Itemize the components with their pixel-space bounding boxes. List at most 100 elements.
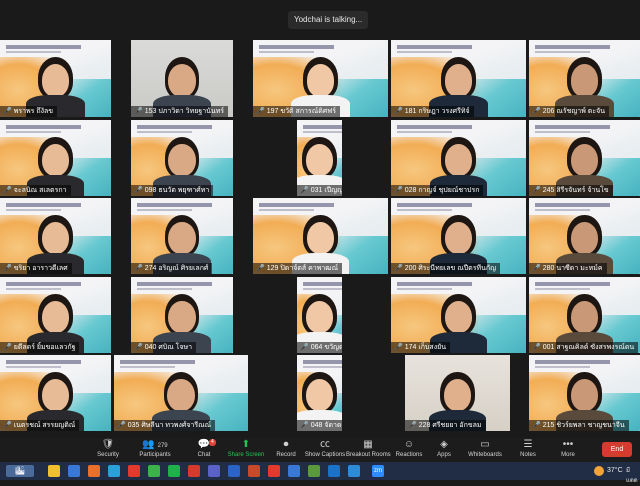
participant-tile[interactable]: 🎤 181 กริษฎา วรงศรีทิจ์ [391, 40, 526, 117]
chrome-icon[interactable] [268, 465, 280, 477]
participant-name: 153 ปภาวิดา วิทยฐานันทร์ [144, 108, 225, 115]
participant-tile[interactable]: 🎤 พราพร ถึงัลข [0, 40, 111, 117]
participant-tile[interactable]: 🎤 จะลนิณ สเลตรกา [0, 120, 111, 196]
excel-icon[interactable] [148, 465, 160, 477]
virtual-background-hdr2 [6, 131, 61, 133]
app-icon[interactable] [328, 465, 340, 477]
security-button[interactable]: 🛡 Security [86, 439, 130, 461]
muted-mic-icon: 🎤 [3, 422, 12, 429]
share-screen-button[interactable]: ⬆ Share Screen [224, 439, 268, 461]
notes-icon: ☰ [523, 439, 533, 450]
participant-tile[interactable]: 🎤 274 อริญณ์ ศิรยเลกศ์ [131, 198, 233, 274]
participant-face [305, 378, 334, 412]
participant-tile[interactable]: 🎤048 จัดาดา หอมอลสปณฒ [297, 355, 342, 431]
participant-tile[interactable]: 🎤 245 สิรีรจันทร์ จ้านโข [529, 120, 640, 196]
participant-tile[interactable]: 🎤 228 ศรีชยยา อักขลม [405, 355, 510, 431]
gallery-view: 🎤 พราพร ถึงัลข 🎤 153 ปภาวิดา วิทยฐานันทร์ 🎤 1… [0, 40, 640, 438]
show-captions-button[interactable]: ㏄ Show Captions [303, 439, 347, 461]
file-explorer-icon[interactable] [48, 465, 60, 477]
participant-name-label: 🎤 ยดีลดร์ ยิ้มขอแลวกัฐ [0, 342, 80, 353]
virtual-background-hdr2 [303, 288, 342, 290]
participant-name-label: 🎤 พราพร ถึงัลข [0, 106, 58, 117]
participant-name-label: 🎤064 ขวัญดาว ทดดรวีโกษรวิ [297, 342, 342, 353]
participant-tile[interactable]: 🎤 129 ปิดาจ์ตส์ คาพาฒณ์ [253, 198, 388, 274]
participant-tile[interactable]: 🎤 035 ศิษลีนา ทวพงศ์จารีณณ์ [114, 355, 248, 431]
muted-mic-icon: 🎤 [256, 265, 265, 272]
participant-tile[interactable]: 🎤 280 นาซีดา มะหม์ค [529, 198, 640, 274]
apps-button[interactable]: ◈ Apps [422, 439, 466, 461]
notes-button[interactable]: ☰ Notes [506, 439, 550, 461]
muted-mic-icon: 🎤 [408, 422, 417, 429]
participant-tile[interactable]: 🎤 174 เก็บสงยัน [391, 277, 526, 353]
virtual-background-hdr [397, 125, 472, 129]
participant-face [41, 378, 70, 412]
acrobat-icon[interactable] [188, 465, 200, 477]
virtual-background-hdr2 [397, 209, 452, 211]
participant-name-label: 🎤 206 ณรัชญาพ์ ตะจัน [529, 106, 609, 117]
participant-name-label: 🎤 197 ขวัติ สการณ์ดิศฟร์ [253, 106, 340, 117]
participant-tile[interactable]: 🎤064 ขวัญดาว ทดดรวีโกษรวิ [297, 277, 342, 353]
powerpoint-icon[interactable] [248, 465, 260, 477]
teams-icon[interactable] [208, 465, 220, 477]
participants-button[interactable]: 👥 279 Participants [133, 439, 177, 461]
participant-tile[interactable]: 🎤 001 สาฐณคิลด์ ซังสรพงรณ์ดน [529, 277, 640, 353]
participant-tile[interactable]: 🎤 098 ธนวัต พยุฑาศ์ทา [131, 120, 233, 196]
virtual-background-hdr2 [6, 288, 61, 290]
participant-face [41, 300, 70, 334]
participant-tile[interactable]: 🎤 ขริยา อาราวดีเลศ [0, 198, 111, 274]
virtual-background-hdr2 [6, 51, 61, 53]
record-button[interactable]: ⏺ Record [264, 439, 308, 461]
office-icon[interactable] [88, 465, 100, 477]
weather-temp[interactable]: 37°C [607, 466, 623, 476]
participant-tile[interactable]: 🎤 215 ชิวร์ยพลา ชาญชนาจีน [529, 355, 640, 431]
chrome-icon[interactable] [128, 465, 140, 477]
app-icon[interactable] [308, 465, 320, 477]
grid-icon: ▦ [363, 439, 373, 450]
app-icon[interactable] [348, 465, 360, 477]
zoom-icon[interactable]: zm [372, 465, 384, 477]
participant-tile[interactable]: 🎤 153 ปภาวิดา วิทยฐานันทร์ [131, 40, 233, 117]
line-icon[interactable] [168, 465, 180, 477]
mail-icon[interactable] [68, 465, 80, 477]
edge-icon[interactable] [108, 465, 120, 477]
participant-tile[interactable]: 🎤 197 ขวัติ สการณ์ดิศฟร์ [253, 40, 388, 117]
virtual-background-hdr2 [397, 131, 452, 133]
virtual-background-hdr [137, 203, 212, 207]
end-meeting-button[interactable]: End [602, 442, 632, 457]
participant-face [444, 63, 473, 98]
app-icon[interactable] [288, 465, 300, 477]
participant-face [41, 63, 70, 98]
virtual-background-hdr [535, 125, 610, 129]
whiteboards-button[interactable]: ▭ Whiteboards [463, 439, 507, 461]
participant-tile[interactable]: 🎤 040 ศบิณ โจษา [131, 277, 233, 353]
participant-tile[interactable]: 🎤 028 กาญจ์ ชุปยณ์ชาปรก [391, 120, 526, 196]
participant-tile[interactable]: 🎤 ยดีลดร์ ยิ้มขอแลวกัฐ [0, 277, 111, 353]
participant-name-label: 🎤 เนตรชณ์ สรรยญติณ์ [0, 420, 80, 431]
chat-button[interactable]: 💬 4 Chat [182, 439, 226, 461]
virtual-background-hdr2 [397, 51, 452, 53]
participant-name: 048 จัดาดา หอมอลสปณฒ [310, 422, 342, 429]
muted-mic-icon: 🎤 [394, 344, 403, 351]
breakout-rooms-button[interactable]: ▦ Breakout Rooms [346, 439, 391, 461]
participant-name: ยดีลดร์ ยิ้มขอแลวกัฐ [13, 344, 76, 351]
participant-tile[interactable]: 🎤 เนตรชณ์ สรรยญติณ์ [0, 355, 111, 431]
virtual-background-hdr2 [6, 209, 61, 211]
participant-tile[interactable]: 🎤 200 ศิระนีทยเลข ณปีตรทีนกัญ [391, 198, 526, 274]
participant-name: 274 อริญณ์ ศิรยเลกศ์ [144, 265, 209, 272]
participant-name-label: 🎤 001 สาฐณคิลด์ ซังสรพงรณ์ดน [529, 342, 639, 353]
word-icon[interactable] [228, 465, 240, 477]
participant-face [168, 300, 196, 334]
weather-desc: มีแดด [626, 468, 638, 484]
widgets-icon[interactable]: 🏙 [6, 465, 34, 477]
participant-name-label: 🎤 215 ชิวร์ยพลา ชาญชนาจีน [529, 420, 629, 431]
more-button[interactable]: ••• More [546, 439, 590, 461]
cc-icon: ㏄ [320, 439, 330, 450]
virtual-background-hdr2 [137, 131, 192, 133]
participant-tile[interactable]: 🎤031 เปีญญาร์ตดม์ บุมะชม [297, 120, 342, 196]
virtual-background-hdr [6, 282, 81, 286]
participant-tile[interactable]: 🎤 206 ณรัชญาพ์ ตะจัน [529, 40, 640, 117]
virtual-background-hdr2 [259, 51, 314, 53]
virtual-background-hdr2 [535, 209, 590, 211]
participant-name: 228 ศรีชยยา อักขลม [418, 422, 482, 429]
virtual-background-hdr [535, 203, 610, 207]
